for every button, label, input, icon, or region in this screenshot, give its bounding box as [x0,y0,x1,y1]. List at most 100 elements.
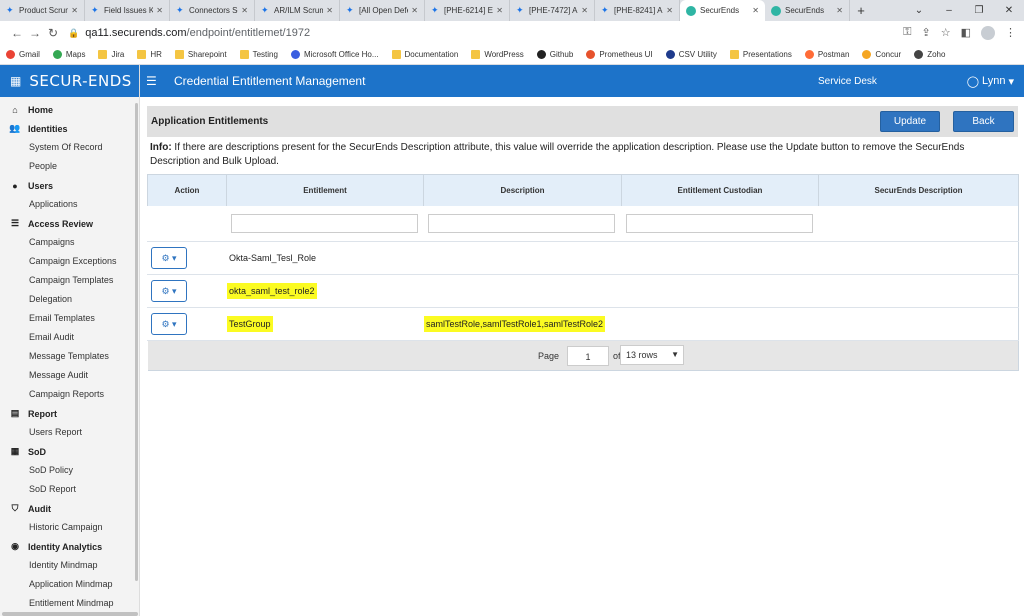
tab-close-icon[interactable]: ✕ [411,6,418,15]
bookmark-item[interactable]: Jira [98,50,124,59]
sidebar-section-identities[interactable]: 👥 Identities [0,119,139,138]
sidebar-item-campaign-reports[interactable]: Campaign Reports [0,385,139,404]
tab-close-icon[interactable]: ✕ [581,6,588,15]
sidebar-scrollbar[interactable] [135,103,138,581]
bookmark-item[interactable]: Prometheus UI [586,50,653,59]
description-filter-input[interactable] [428,213,615,233]
custodian-filter-input[interactable] [626,213,813,233]
sidebar-section-sod[interactable]: ▦ SoD [0,442,139,461]
sidebar-section-access-review[interactable]: ☰ Access Review [0,214,139,233]
sidebar-item-message-templates[interactable]: Message Templates [0,347,139,366]
sidebar-item-campaign-exceptions[interactable]: Campaign Exceptions [0,252,139,271]
sidebar-section-home[interactable]: ⌂ Home [0,100,139,119]
close-window-icon[interactable]: ✕ [994,0,1024,21]
browser-tab[interactable]: SecurEnds ✕ [680,0,765,21]
reload-icon[interactable]: ↻ [44,26,62,40]
service-desk-link[interactable]: Service Desk [818,76,877,87]
minimize-icon[interactable]: – [934,0,964,21]
row-action-button[interactable]: ⚙ ▾ [151,313,187,335]
bookmark-item[interactable]: Sharepoint [174,50,227,59]
tab-close-icon[interactable]: ✕ [496,6,503,15]
new-tab-button[interactable]: + [850,0,872,21]
tab-close-icon[interactable]: ✕ [666,6,673,15]
forward-arrow-icon[interactable]: → [26,26,44,40]
user-menu[interactable]: ◯ Lynn ▾ [967,75,1014,88]
restore-icon[interactable]: ❐ [964,0,994,21]
sidebar-item-campaigns[interactable]: Campaigns [0,233,139,252]
sidebar-item-entitlement-mindmap[interactable]: Entitlement Mindmap [0,594,139,613]
bookmark-item[interactable]: Postman [804,50,849,59]
browser-tab[interactable]: ✦ Connectors Sc ✕ [170,0,255,21]
sidebar-item-delegation[interactable]: Delegation [0,290,139,309]
column-header[interactable]: SecurEnds Description [818,174,1019,206]
sidebar-section-report[interactable]: ▤ Report [0,404,139,423]
bookmark-item[interactable]: HR [137,50,162,59]
column-header[interactable]: Entitlement [226,174,424,206]
bookmark-item[interactable]: Zoho [914,50,945,59]
bookmark-item[interactable]: WordPress [471,50,524,59]
sidebar-item-email-audit[interactable]: Email Audit [0,328,139,347]
entitlement-filter-input[interactable] [231,213,418,233]
tab-close-icon[interactable]: ✕ [836,6,843,15]
sidebar-item-applications[interactable]: Applications [0,195,139,214]
sidebar-item-historic-campaign[interactable]: Historic Campaign [0,518,139,537]
bookmark-item[interactable]: Presentations [729,50,792,59]
update-button[interactable]: Update [880,111,940,132]
sidebar-item-system-of-record[interactable]: System Of Record [0,138,139,157]
browser-tab[interactable]: ✦ Product Scrum ✕ [0,0,85,21]
page-number-input[interactable]: 1 [567,345,609,366]
sidebar-section-users[interactable]: ● Users [0,176,139,195]
sidebar-section-audit[interactable]: ⛉ Audit [0,499,139,518]
browser-tab[interactable]: ✦ [All Open Defe ✕ [340,0,425,21]
hamburger-icon[interactable]: ☰ [146,74,166,88]
tab-close-icon[interactable]: ✕ [71,6,78,15]
sidebar-item-email-templates[interactable]: Email Templates [0,309,139,328]
browser-tab[interactable]: ✦ [PHE-7472] Au ✕ [510,0,595,21]
column-header[interactable]: Action [147,174,227,206]
key-icon[interactable]: ⚿ [903,26,911,40]
sidebar-item-users-report[interactable]: Users Report [0,423,139,442]
tab-search-icon[interactable]: ⌄ [904,0,934,21]
row-action-button[interactable]: ⚙ ▾ [151,280,187,302]
folder-icon [391,50,401,59]
browser-tab[interactable]: ✦ [PHE-8241] Ap ✕ [595,0,680,21]
bookmark-item[interactable]: CSV Utility [665,50,717,59]
sidebar-item-people[interactable]: People [0,157,139,176]
bookmark-item[interactable]: Documentation [391,50,458,59]
column-header[interactable]: Description [423,174,622,206]
back-button[interactable]: Back [953,111,1014,132]
bookmark-item[interactable]: Maps [52,50,85,59]
sidebar-item-sod-policy[interactable]: SoD Policy [0,461,139,480]
rows-per-page-select[interactable]: 13 rows ▼ [620,345,684,365]
back-arrow-icon[interactable]: ← [8,26,26,40]
tab-close-icon[interactable]: ✕ [752,6,759,15]
column-header[interactable]: Entitlement Custodian [621,174,819,206]
tab-close-icon[interactable]: ✕ [156,6,163,15]
star-icon[interactable]: ☆ [941,26,951,40]
sidebar-item-sod-report[interactable]: SoD Report [0,480,139,499]
tab-close-icon[interactable]: ✕ [241,6,248,15]
url-field[interactable]: 🔒 qa11.securends.com/endpoint/entitlemet… [68,27,903,39]
bookmark-item[interactable]: Github [536,50,573,59]
bookmark-item[interactable]: Microsoft Office Ho... [290,50,379,59]
browser-tab[interactable]: SecurEnds ✕ [765,0,850,21]
bookmark-item[interactable]: Testing [239,50,278,59]
sidebar-item-campaign-templates[interactable]: Campaign Templates [0,271,139,290]
logo[interactable]: ▦ SECUR-ENDS [0,65,139,97]
sidebar-item-message-audit[interactable]: Message Audit [0,366,139,385]
tab-close-icon[interactable]: ✕ [326,6,333,15]
bookmark-item[interactable]: Gmail [6,50,40,59]
sidebar-section-identity-analytics[interactable]: ◉ Identity Analytics [0,537,139,556]
sidebar-horizontal-scrollbar[interactable] [2,612,138,616]
row-action-button[interactable]: ⚙ ▾ [151,247,187,269]
browser-tab[interactable]: ✦ AR/ILM Scrum ✕ [255,0,340,21]
browser-tab[interactable]: ✦ [PHE-6214] En ✕ [425,0,510,21]
sidebar-item-application-mindmap[interactable]: Application Mindmap [0,575,139,594]
sidebar-item-identity-mindmap[interactable]: Identity Mindmap [0,556,139,575]
browser-tab[interactable]: ✦ Field Issues Ka ✕ [85,0,170,21]
bookmark-item[interactable]: Concur [862,50,901,59]
share-icon[interactable]: ⇪ [922,26,931,40]
menu-icon[interactable]: ⋮ [1005,26,1016,40]
sidepanel-icon[interactable]: ◧ [961,26,971,40]
profile-avatar[interactable] [981,26,995,40]
